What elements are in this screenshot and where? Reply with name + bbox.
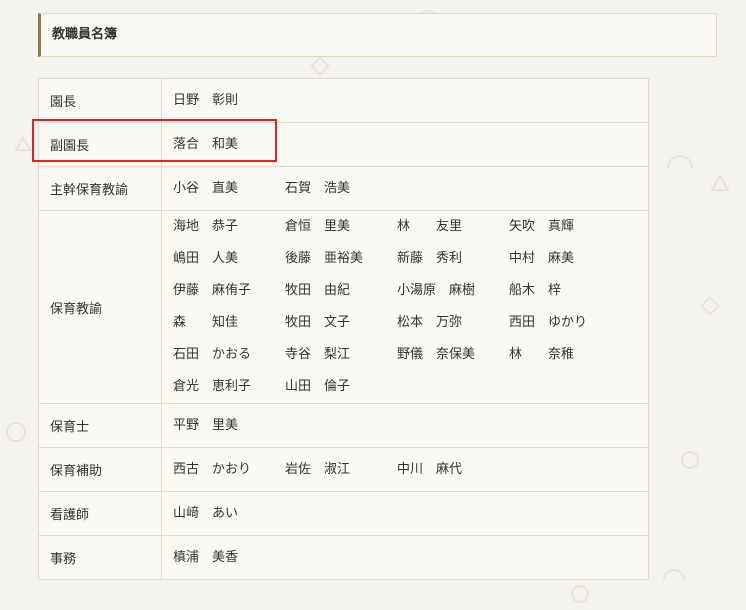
- role-label: 事務: [38, 535, 162, 580]
- staff-name: 後藤 亜裕美: [285, 251, 364, 266]
- staff-name: 伊藤 麻侑子: [173, 283, 252, 298]
- staff-name: 松本 万弥: [397, 315, 463, 330]
- staff-row: 主幹保育教諭 小谷 直美 石賀 浩美: [38, 166, 649, 211]
- staff-name: 山田 倫子: [285, 379, 351, 394]
- staff-name: 山﨑 あい: [173, 506, 239, 521]
- staff-name: 西古 かおり: [173, 462, 252, 477]
- role-label: 保育士: [38, 403, 162, 448]
- names-cell: 小谷 直美 石賀 浩美: [161, 166, 649, 211]
- names-cell: 平野 里美: [161, 403, 649, 448]
- staff-name: 森 知佳: [173, 315, 239, 330]
- names-cell: 山﨑 あい: [161, 491, 649, 536]
- highlight-box: [32, 119, 277, 162]
- staff-name: 新藤 秀利: [397, 251, 463, 266]
- staff-name: 中村 麻美: [509, 251, 575, 266]
- staff-name: 矢吹 真輝: [509, 219, 575, 234]
- page-title: 教職員名簿: [38, 13, 717, 57]
- names-cell: 日野 彰則: [161, 78, 649, 123]
- names-cell: 槙浦 美香: [161, 535, 649, 580]
- staff-name: 石賀 浩美: [285, 181, 351, 196]
- staff-row: 看護師 山﨑 あい: [38, 491, 649, 536]
- staff-row: 事務 槙浦 美香: [38, 535, 649, 580]
- staff-name: 海地 恭子: [173, 219, 239, 234]
- role-label: 保育補助: [38, 447, 162, 492]
- staff-name: 倉光 恵利子: [173, 379, 252, 394]
- staff-row: 園長 日野 彰則: [38, 78, 649, 123]
- staff-name: 中川 麻代: [397, 462, 463, 477]
- staff-name: 嶋田 人美: [173, 251, 239, 266]
- staff-row: 保育士 平野 里美: [38, 403, 649, 448]
- role-label: 園長: [38, 78, 162, 123]
- staff-name: 林 奈稚: [509, 347, 575, 362]
- staff-name: 牧田 由紀: [285, 283, 351, 298]
- staff-name: 倉恒 里美: [285, 219, 351, 234]
- names-cell: 西古 かおり 岩佐 淑江 中川 麻代: [161, 447, 649, 492]
- role-label: 看護師: [38, 491, 162, 536]
- staff-name: 小湯原 麻樹: [397, 283, 476, 298]
- names-cell: 海地 恭子 倉恒 里美 林 友里 矢吹 真輝嶋田 人美 後藤 亜裕美 新藤 秀利 中村 麻美…: [161, 210, 649, 404]
- staff-name: 平野 里美: [173, 418, 239, 433]
- staff-name: 野儀 奈保美: [397, 347, 476, 362]
- staff-row: 保育教諭 海地 恭子 倉恒 里美 林 友里 矢吹 真輝嶋田 人美 後藤 亜裕美 新藤 秀利 中…: [38, 210, 649, 404]
- staff-name: 日野 彰則: [173, 93, 239, 108]
- staff-name: 槙浦 美香: [173, 550, 239, 565]
- staff-name: 小谷 直美: [173, 181, 239, 196]
- staff-row: 保育補助 西古 かおり 岩佐 淑江 中川 麻代: [38, 447, 649, 492]
- staff-name: 石田 かおる: [173, 347, 252, 362]
- staff-name: 岩佐 淑江: [285, 462, 351, 477]
- role-label: 主幹保育教諭: [38, 166, 162, 211]
- staff-name: 船木 梓: [509, 283, 562, 298]
- staff-name: 西田 ゆかり: [509, 315, 588, 330]
- staff-name: 林 友里: [397, 219, 463, 234]
- role-label: 保育教諭: [38, 210, 162, 404]
- staff-name: 寺谷 梨江: [285, 347, 351, 362]
- staff-name: 牧田 文子: [285, 315, 351, 330]
